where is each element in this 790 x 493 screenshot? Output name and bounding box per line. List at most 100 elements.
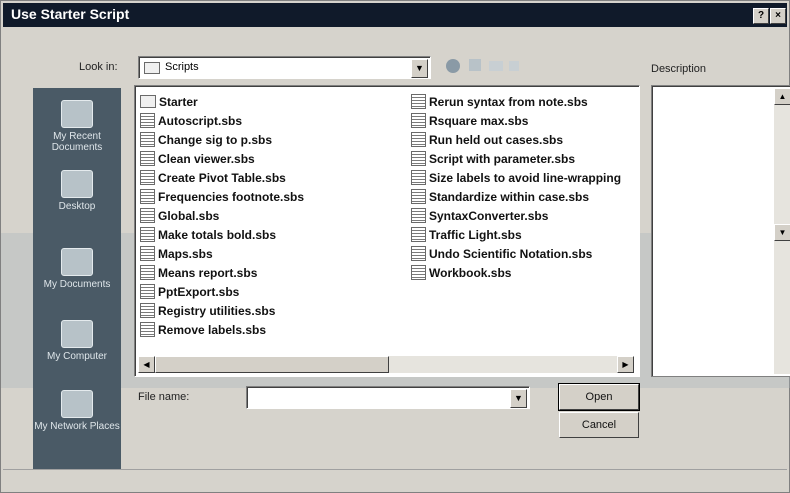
script-file-icon [411,208,426,223]
close-button[interactable]: × [770,8,786,24]
places-bar: My Recent Documents Desktop My Documents… [33,88,121,469]
dialog-window: Use Starter Script ? × Look in: Scripts … [0,0,790,493]
script-file-icon [140,246,155,261]
desktop-icon [61,170,93,198]
up-folder-icon[interactable] [469,59,481,71]
file-name: Rerun syntax from note.sbs [429,94,588,109]
place-my-computer[interactable]: My Computer [33,320,121,362]
my-documents-icon [61,248,93,276]
list-item[interactable]: Traffic Light.sbs [411,225,637,244]
folder-icon [144,62,160,74]
file-column-2: Rerun syntax from note.sbs Rsquare max.s… [411,92,637,282]
script-file-icon [411,170,426,185]
list-item[interactable]: Workbook.sbs [411,263,637,282]
file-column-1: Starter Autoscript.sbs Change sig to p.s… [140,92,304,339]
script-file-icon [411,227,426,242]
script-file-icon [411,94,426,109]
list-item[interactable]: Make totals bold.sbs [140,225,304,244]
file-name: Workbook.sbs [429,265,512,280]
script-file-icon [411,189,426,204]
script-file-icon [140,322,155,337]
script-file-icon [140,227,155,242]
place-label: Desktop [58,201,96,212]
list-item[interactable]: Rsquare max.sbs [411,111,637,130]
list-item[interactable]: Run held out cases.sbs [411,130,637,149]
list-item[interactable]: Maps.sbs [140,244,304,263]
scroll-thumb[interactable] [155,356,389,373]
view-menu-icon[interactable] [509,61,519,71]
script-file-icon [411,246,426,261]
vertical-scrollbar[interactable]: ▲ ▼ [774,88,790,374]
list-item[interactable]: Undo Scientific Notation.sbs [411,244,637,263]
script-file-icon [140,189,155,204]
file-name-input[interactable]: ▼ [246,386,530,409]
list-item[interactable]: Means report.sbs [140,263,304,282]
place-label: My Documents [43,279,111,290]
list-item[interactable]: Frequencies footnote.sbs [140,187,304,206]
scroll-up-icon[interactable]: ▲ [774,88,790,105]
file-name-label: File name: [138,391,190,403]
file-name: Traffic Light.sbs [429,227,522,242]
open-button[interactable]: Open [558,383,640,411]
file-name: Clean viewer.sbs [158,151,255,166]
look-in-dropdown[interactable]: Scripts ▼ [138,56,431,79]
list-item[interactable]: Global.sbs [140,206,304,225]
chevron-down-icon[interactable]: ▼ [411,59,428,78]
scroll-left-icon[interactable]: ◀ [138,356,155,373]
my-computer-icon [61,320,93,348]
dialog-title: Use Starter Script [11,6,130,22]
status-bar [3,469,787,491]
script-file-icon [411,113,426,128]
back-icon[interactable] [446,59,460,73]
file-name: Run held out cases.sbs [429,132,564,147]
list-item[interactable]: SyntaxConverter.sbs [411,206,637,225]
script-file-icon [140,151,155,166]
place-recent-documents[interactable]: My Recent Documents [33,100,121,153]
file-name: Script with parameter.sbs [429,151,576,166]
chevron-down-icon[interactable]: ▼ [510,389,527,408]
file-name: Create Pivot Table.sbs [158,170,286,185]
script-file-icon [140,113,155,128]
file-name: Autoscript.sbs [158,113,243,128]
list-item[interactable]: Remove labels.sbs [140,320,304,339]
script-file-icon [140,132,155,147]
horizontal-scrollbar[interactable]: ◀ ▶ [138,356,634,373]
place-desktop[interactable]: Desktop [33,170,121,212]
list-item[interactable]: Standardize within case.sbs [411,187,637,206]
list-item[interactable]: Script with parameter.sbs [411,149,637,168]
script-file-icon [140,284,155,299]
script-file-icon [411,132,426,147]
file-name: Means report.sbs [158,265,258,280]
file-name: Size labels to avoid line-wrapping [429,170,622,185]
file-name: Frequencies footnote.sbs [158,189,305,204]
scroll-right-icon[interactable]: ▶ [617,356,634,373]
file-name: SyntaxConverter.sbs [429,208,549,223]
list-item[interactable]: Create Pivot Table.sbs [140,168,304,187]
script-file-icon [140,265,155,280]
help-button[interactable]: ? [753,8,769,24]
list-item[interactable]: PptExport.sbs [140,282,304,301]
look-in-value: Scripts [165,61,199,73]
list-item[interactable]: Autoscript.sbs [140,111,304,130]
list-item[interactable]: Rerun syntax from note.sbs [411,92,637,111]
title-bar[interactable]: Use Starter Script ? × [3,3,787,27]
list-item[interactable]: Registry utilities.sbs [140,301,304,320]
script-file-icon [140,303,155,318]
file-list[interactable]: Starter Autoscript.sbs Change sig to p.s… [134,85,640,377]
cancel-button[interactable]: Cancel [559,412,639,438]
folder-icon [140,95,156,108]
new-folder-icon[interactable] [489,61,503,71]
place-network[interactable]: My Network Places [33,390,121,432]
file-name: Maps.sbs [158,246,213,261]
place-my-documents[interactable]: My Documents [33,248,121,290]
list-item[interactable]: Starter [140,92,304,111]
scroll-down-icon[interactable]: ▼ [774,224,790,241]
script-file-icon [411,265,426,280]
list-item[interactable]: Size labels to avoid line-wrapping [411,168,637,187]
place-label: My Network Places [34,421,120,432]
file-name: Global.sbs [158,208,220,223]
network-places-icon [61,390,93,418]
list-item[interactable]: Clean viewer.sbs [140,149,304,168]
script-file-icon [140,170,155,185]
list-item[interactable]: Change sig to p.sbs [140,130,304,149]
